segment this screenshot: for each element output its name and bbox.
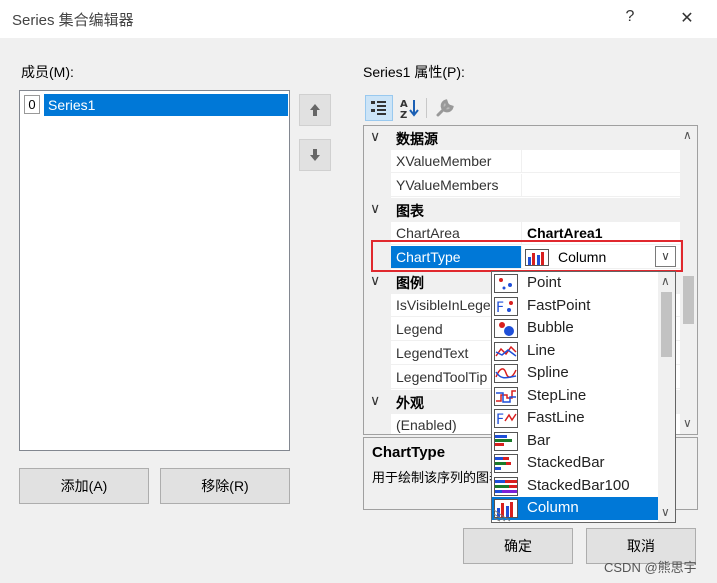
highlight-box bbox=[371, 240, 683, 272]
svg-text:F: F bbox=[496, 300, 504, 316]
scroll-up-icon[interactable]: ∧ bbox=[661, 274, 670, 288]
scroll-down-icon[interactable]: ∨ bbox=[683, 416, 692, 430]
bubble-chart-icon bbox=[494, 319, 518, 338]
properties-label: Series1 属性(P): bbox=[363, 64, 465, 80]
bar-chart-icon bbox=[494, 431, 518, 451]
stepline-chart-icon bbox=[494, 386, 518, 406]
dropdown-item[interactable]: Line bbox=[492, 340, 658, 363]
dropdown-item-label: Line bbox=[527, 341, 556, 359]
dropdown-scrollbar[interactable]: ∧ ∨ bbox=[658, 272, 675, 522]
dropdown-item-label: StepLine bbox=[527, 386, 587, 404]
dropdown-item-label: Point bbox=[527, 274, 562, 291]
members-label: 成员(M): bbox=[21, 64, 74, 80]
category-label: 外观 bbox=[396, 395, 424, 411]
move-down-button[interactable] bbox=[299, 139, 331, 171]
remove-button[interactable]: 移除(R) bbox=[160, 468, 290, 504]
arrow-down-icon bbox=[310, 149, 320, 161]
members-list[interactable]: 0 Series1 bbox=[19, 90, 290, 451]
dropdown-item-label: Bar bbox=[527, 431, 551, 449]
chevron-down-icon: ∨ bbox=[370, 200, 381, 216]
scrollbar-thumb[interactable] bbox=[683, 276, 694, 324]
chevron-down-icon: ∨ bbox=[370, 392, 381, 408]
sort-az-icon: A Z bbox=[400, 99, 419, 121]
dropdown-item[interactable]: Bar bbox=[492, 430, 658, 453]
category-data-source[interactable]: ∨ 数据源 bbox=[364, 126, 680, 150]
chevron-down-icon: ∨ bbox=[370, 128, 381, 144]
fastpoint-chart-icon: F bbox=[494, 296, 518, 316]
categorized-icon bbox=[371, 101, 386, 115]
spline-chart-icon bbox=[494, 364, 518, 383]
close-button[interactable]: ✕ bbox=[675, 8, 699, 28]
dropdown-item-label: FastPoint bbox=[527, 296, 591, 314]
dropdown-item[interactable]: Spline bbox=[492, 362, 658, 385]
dropdown-item-label: Column bbox=[527, 499, 579, 516]
chart-type-dropdown[interactable]: Point F FastPoint Bubble Line Spline Ste… bbox=[491, 271, 676, 523]
title-bar: Series 集合编辑器 ? ✕ bbox=[0, 0, 717, 38]
dropdown-item-label: StackedBar100 bbox=[527, 476, 630, 494]
wrench-icon bbox=[436, 99, 454, 117]
svg-text:Z: Z bbox=[400, 110, 407, 121]
alphabetical-button[interactable]: A Z bbox=[397, 95, 423, 121]
dropdown-item[interactable]: Bubble bbox=[492, 317, 658, 340]
dropdown-item[interactable]: F FastPoint bbox=[492, 295, 658, 318]
list-item[interactable]: 0 Series1 bbox=[22, 94, 288, 116]
property-row[interactable]: YValueMembers bbox=[364, 174, 680, 198]
stackedbar100-chart-icon bbox=[494, 476, 518, 496]
dropdown-item[interactable]: StepLine bbox=[492, 385, 658, 408]
scroll-down-icon[interactable]: ∨ bbox=[661, 505, 670, 519]
property-name: YValueMembers bbox=[391, 174, 522, 197]
category-label: 数据源 bbox=[396, 131, 438, 147]
property-name: XValueMember bbox=[391, 150, 522, 173]
property-value[interactable] bbox=[522, 174, 680, 197]
line-chart-icon bbox=[494, 341, 518, 361]
toolbar-separator bbox=[426, 98, 427, 118]
arrow-up-icon bbox=[310, 104, 320, 116]
description-title: ChartType bbox=[372, 444, 446, 461]
scroll-up-icon[interactable]: ∧ bbox=[683, 128, 692, 142]
move-up-button[interactable] bbox=[299, 94, 331, 126]
ok-button[interactable]: 确定 bbox=[463, 528, 573, 564]
window-title: Series 集合编辑器 bbox=[12, 12, 134, 29]
dropdown-item[interactable]: StackedBar100 bbox=[492, 475, 658, 498]
dropdown-chevron-icon[interactable]: ∨ bbox=[655, 246, 676, 267]
member-name: Series1 bbox=[44, 94, 288, 116]
chevron-down-icon: ∨ bbox=[370, 272, 381, 288]
category-chart[interactable]: ∨ 图表 bbox=[364, 198, 680, 222]
resize-grip-icon[interactable] bbox=[492, 508, 514, 522]
categorized-button[interactable] bbox=[365, 95, 393, 121]
scrollbar-thumb[interactable] bbox=[661, 292, 672, 357]
svg-text:F: F bbox=[496, 412, 504, 428]
stackedbar-chart-icon bbox=[494, 454, 518, 473]
dropdown-item[interactable]: Point bbox=[492, 272, 658, 295]
member-index: 0 bbox=[24, 95, 40, 114]
watermark: CSDN @熊思宇 bbox=[604, 560, 697, 575]
dropdown-item-label: Bubble bbox=[527, 319, 574, 336]
dropdown-item-label: Spline bbox=[527, 364, 569, 381]
dropdown-item[interactable]: F FastLine bbox=[492, 407, 658, 430]
dropdown-item-label: FastLine bbox=[527, 409, 585, 426]
property-value[interactable] bbox=[522, 150, 680, 173]
point-chart-icon bbox=[494, 274, 518, 293]
dropdown-item-selected[interactable]: Column bbox=[492, 497, 658, 520]
add-button[interactable]: 添加(A) bbox=[19, 468, 149, 504]
property-row[interactable]: XValueMember bbox=[364, 150, 680, 174]
property-grid-scrollbar[interactable]: ∧ ∨ bbox=[680, 126, 697, 434]
category-label: 图例 bbox=[396, 275, 424, 291]
fastline-chart-icon: F bbox=[494, 409, 518, 428]
property-pages-button[interactable] bbox=[432, 95, 458, 121]
dropdown-item[interactable]: StackedBar bbox=[492, 452, 658, 475]
category-label: 图表 bbox=[396, 203, 424, 219]
help-button[interactable]: ? bbox=[618, 8, 642, 26]
dropdown-item-label: StackedBar bbox=[527, 454, 605, 471]
svg-text:A: A bbox=[400, 99, 408, 110]
